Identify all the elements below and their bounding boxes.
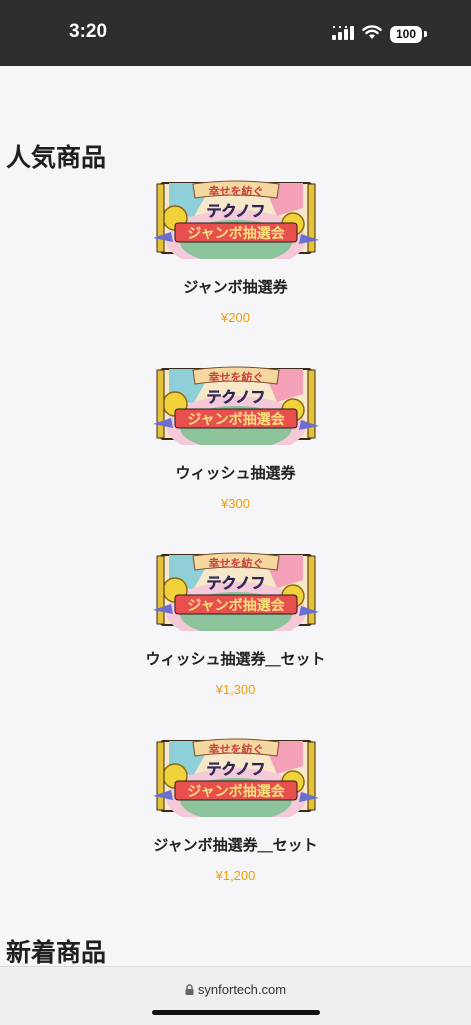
product-card[interactable]: 幸せを紡ぐ テクノフ ジャンボ抽選会 ウィッシュ抽選券＿セット ¥1,300	[0, 552, 471, 698]
status-bar: 3:20 100	[0, 0, 471, 66]
banner-line3: ジャンボ抽選会	[187, 411, 285, 428]
section-title-popular: 人気商品	[6, 143, 107, 172]
browser-url-bar[interactable]: synfortech.com	[0, 966, 471, 1025]
banner-line3: ジャンボ抽選会	[187, 225, 285, 242]
product-card[interactable]: 幸せを紡ぐ テクノフ ジャンボ抽選会 ジャンボ抽選券 ¥200	[0, 180, 471, 326]
banner-line3: ジャンボ抽選会	[187, 783, 285, 800]
product-price: ¥1,300	[215, 682, 256, 697]
banner-line1: 幸せを紡ぐ	[208, 742, 263, 756]
banner-line1: 幸せを紡ぐ	[208, 370, 263, 384]
product-name[interactable]: ウィッシュ抽選券＿セット	[0, 649, 471, 669]
lock-icon	[185, 983, 194, 998]
banner-line2: テクノフ	[206, 202, 265, 220]
product-name[interactable]: ウィッシュ抽選券	[0, 463, 471, 483]
product-image[interactable]: 幸せを紡ぐ テクノフ ジャンボ抽選会	[152, 552, 319, 631]
product-price: ¥200	[221, 310, 250, 325]
product-card[interactable]: 幸せを紡ぐ テクノフ ジャンボ抽選会 ウィッシュ抽選券 ¥300	[0, 366, 471, 512]
home-indicator[interactable]	[152, 1010, 320, 1015]
wifi-icon	[362, 24, 382, 44]
product-image[interactable]: 幸せを紡ぐ テクノフ ジャンボ抽選会	[152, 180, 319, 259]
cellular-signal-icon	[332, 25, 354, 44]
product-price: ¥1,200	[215, 868, 256, 883]
battery-cap	[424, 31, 427, 37]
banner-line2: テクノフ	[206, 760, 265, 778]
banner-line2: テクノフ	[206, 388, 265, 406]
product-card[interactable]: 幸せを紡ぐ テクノフ ジャンボ抽選会 ジャンボ抽選券＿セット ¥1,200	[0, 738, 471, 884]
battery-icon: 100	[390, 25, 422, 43]
product-name[interactable]: ジャンボ抽選券＿セット	[0, 835, 471, 855]
section-title-new: 新着商品	[6, 938, 107, 967]
banner-line1: 幸せを紡ぐ	[208, 556, 263, 570]
product-name[interactable]: ジャンボ抽選券	[0, 277, 471, 297]
banner-line3: ジャンボ抽選会	[187, 597, 285, 614]
product-price: ¥300	[221, 496, 250, 511]
address-display[interactable]: synfortech.com	[0, 982, 471, 998]
banner-line1: 幸せを紡ぐ	[208, 184, 263, 198]
status-time: 3:20	[69, 21, 108, 42]
product-image[interactable]: 幸せを紡ぐ テクノフ ジャンボ抽選会	[152, 738, 319, 817]
url-text: synfortech.com	[197, 982, 287, 997]
banner-line2: テクノフ	[206, 574, 265, 592]
status-icons: 100	[332, 24, 427, 44]
product-image[interactable]: 幸せを紡ぐ テクノフ ジャンボ抽選会	[152, 366, 319, 445]
